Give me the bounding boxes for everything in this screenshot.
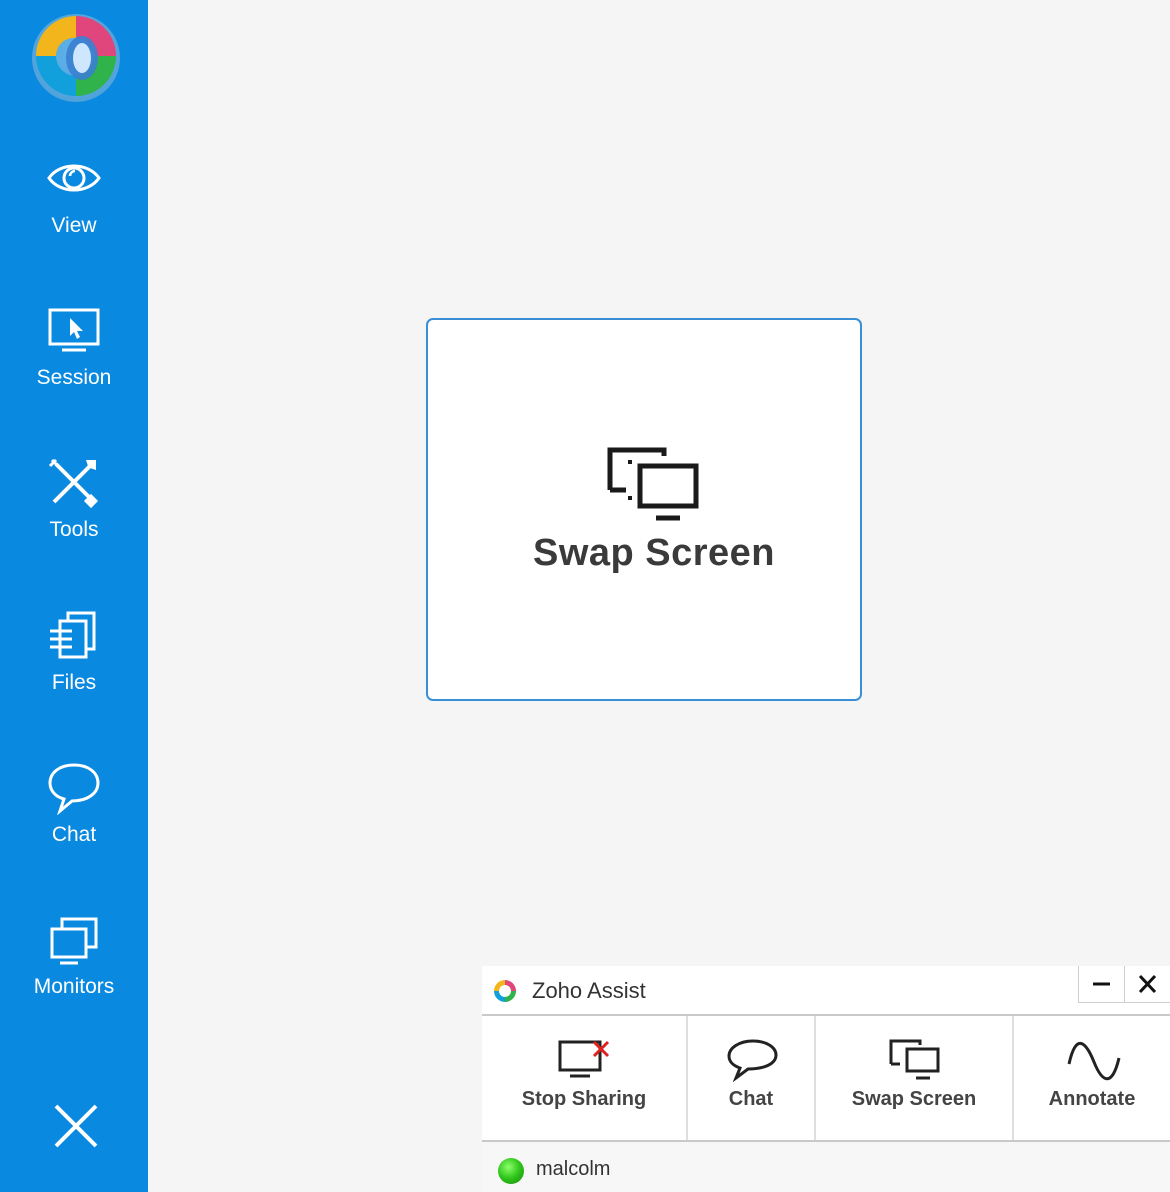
minimize-button[interactable]	[1079, 966, 1125, 1002]
sidebar-item-monitors[interactable]: Monitors	[0, 913, 148, 1033]
zoho-assist-window: Zoho Assist Stop Sharing Chat Swap Scree…	[482, 966, 1170, 1192]
monitor-pointer-icon	[48, 308, 100, 352]
minimize-icon	[1093, 982, 1110, 986]
close-icon	[1138, 974, 1157, 994]
participant-name: malcolm	[536, 1158, 611, 1180]
tools-icon	[48, 458, 99, 509]
tool-label: Swap Screen	[851, 1088, 977, 1110]
zoho-logo-icon	[494, 980, 516, 1002]
eye-icon	[47, 164, 101, 192]
toolbar: Stop Sharing Chat Swap Screen Annotate	[482, 1016, 1170, 1142]
stop-sharing-icon	[558, 1040, 610, 1078]
sidebar-item-view[interactable]: View	[0, 152, 148, 272]
sidebar-item-label: Files	[51, 671, 97, 694]
sidebar-item-chat[interactable]: Chat	[0, 761, 148, 881]
swap-screen-icon	[889, 1039, 940, 1080]
monitors-icon	[50, 917, 98, 965]
stop-sharing-button[interactable]: Stop Sharing	[482, 1016, 688, 1140]
close-window-button[interactable]	[1125, 966, 1170, 1002]
tool-label: Stop Sharing	[521, 1088, 647, 1110]
files-icon	[50, 611, 96, 659]
sidebar-item-label: Tools	[49, 518, 99, 541]
chat-bubble-icon	[48, 763, 100, 815]
window-controls	[1078, 966, 1170, 1003]
participant-row: malcolm	[482, 1142, 1170, 1192]
sidebar-item-tools[interactable]: Tools	[0, 456, 148, 576]
chat-button[interactable]: Chat	[688, 1016, 816, 1140]
swap-screen-button[interactable]: Swap Screen	[816, 1016, 1014, 1140]
annotate-icon	[1067, 1041, 1121, 1081]
swap-screen-icon	[607, 447, 699, 521]
swap-screen-card[interactable]: Swap Screen	[426, 318, 862, 701]
tool-label: Annotate	[1048, 1088, 1136, 1110]
annotate-button[interactable]: Annotate	[1014, 1016, 1170, 1140]
sidebar-item-label: Monitors	[33, 975, 115, 998]
sidebar-item-label: View	[51, 214, 97, 237]
swap-screen-label: Swap Screen	[532, 532, 776, 574]
sidebar: View Session Tools Files Chat Monitors	[0, 0, 148, 1192]
window-titlebar: Zoho Assist	[482, 966, 1170, 1016]
close-icon[interactable]	[50, 1100, 102, 1152]
sidebar-item-label: Session	[36, 366, 112, 389]
sidebar-item-files[interactable]: Files	[0, 609, 148, 729]
tool-label: Chat	[728, 1088, 774, 1110]
window-title: Zoho Assist	[532, 978, 646, 1003]
chat-bubble-icon	[727, 1039, 778, 1082]
app-logo-icon	[32, 14, 120, 102]
online-status-icon	[498, 1158, 524, 1184]
sidebar-item-label: Chat	[51, 823, 97, 846]
sidebar-item-session[interactable]: Session	[0, 304, 148, 424]
